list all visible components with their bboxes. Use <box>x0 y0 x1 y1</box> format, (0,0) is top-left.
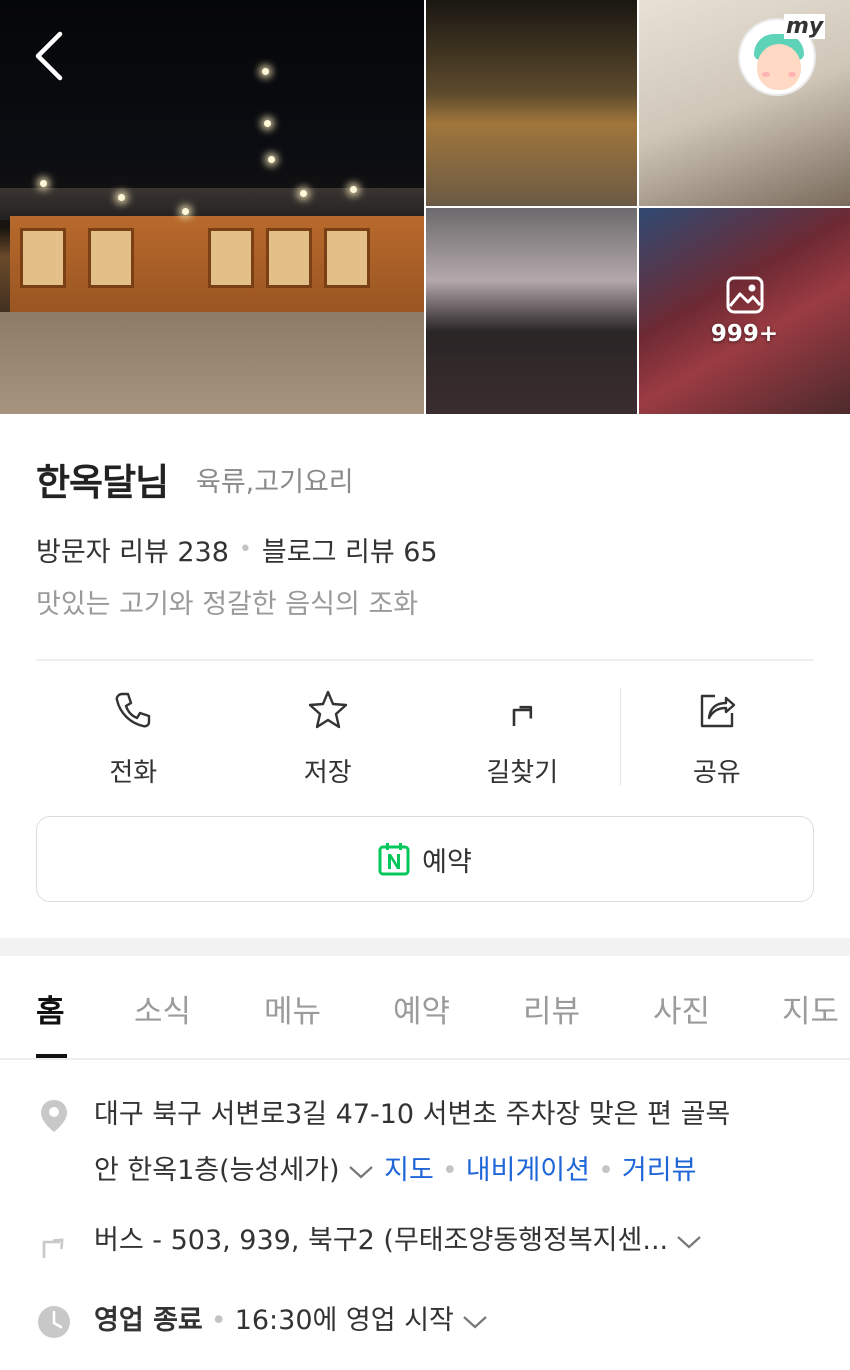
my-profile-button[interactable]: my <box>738 14 826 96</box>
photo-yard <box>0 312 424 414</box>
review-summary: 방문자 리뷰 238 • 블로그 리뷰 65 <box>36 530 438 569</box>
place-title: 한옥달님 <box>36 461 169 504</box>
call-label: 전화 <box>109 758 158 788</box>
divider <box>36 659 814 661</box>
section-gap <box>0 938 850 956</box>
tab-reservation[interactable]: 예약 <box>393 986 450 1031</box>
navigation-link[interactable]: 내비게이션 <box>466 1155 590 1186</box>
star-icon <box>308 690 347 729</box>
string-light <box>300 190 307 197</box>
call-button[interactable]: 전화 <box>36 680 231 790</box>
photo-count: 999+ <box>710 321 779 347</box>
transit-text-wrap: 버스 - 503, 939, 북구2 (무태조양동행정복지센... <box>94 1212 704 1270</box>
tab-photos[interactable]: 사진 <box>653 986 710 1031</box>
place-category: 육류,고기요리 <box>196 467 354 498</box>
tab-bar: 홈 소식 메뉴 예약 리뷰 사진 지도 <box>0 956 850 1060</box>
action-bar: 전화 저장 길찾기 공유 <box>36 680 814 790</box>
string-light <box>264 120 271 127</box>
string-light <box>262 68 269 75</box>
separator-dot: • <box>210 1305 227 1336</box>
tab-reviews[interactable]: 리뷰 <box>523 986 580 1031</box>
share-label: 공유 <box>692 758 741 788</box>
avatar-cheek <box>762 72 770 77</box>
photo-window <box>20 228 66 288</box>
chevron-down-icon[interactable] <box>674 1232 704 1252</box>
phone-icon <box>115 692 151 728</box>
back-arrow-icon[interactable] <box>30 30 70 82</box>
tab-news[interactable]: 소식 <box>134 986 191 1031</box>
address-line-1: 대구 북구 서변로3길 47-10 서변초 주차장 맞은 편 골목 <box>94 1099 731 1130</box>
tab-map[interactable]: 지도 <box>782 986 839 1031</box>
share-button[interactable]: 공유 <box>620 680 815 790</box>
share-icon <box>700 694 735 728</box>
reserve-button[interactable]: 예약 <box>36 816 814 902</box>
avatar-face <box>757 44 801 90</box>
photo-thumb-table[interactable] <box>426 208 637 414</box>
blog-review-link[interactable]: 블로그 리뷰 65 <box>262 530 438 569</box>
tab-bar-divider <box>0 1058 850 1060</box>
string-light <box>118 194 125 201</box>
photo-window <box>324 228 370 288</box>
tab-home[interactable]: 홈 <box>36 986 65 1031</box>
separator-dot: • <box>441 1155 458 1186</box>
address-line-2: 안 한옥1층(능성세가) <box>94 1155 340 1186</box>
gallery-icon <box>726 276 763 314</box>
reserve-label: 예약 <box>422 846 472 878</box>
hours-text-wrap: 영업 종료 • 16:30에 영업 시작 <box>94 1292 490 1350</box>
photo-window <box>266 228 312 288</box>
action-separator <box>620 688 621 786</box>
separator-dot: • <box>597 1155 614 1186</box>
directions-button[interactable]: 길찾기 <box>425 680 620 790</box>
string-light <box>182 208 189 215</box>
photo-gallery: my 999+ <box>0 0 850 414</box>
string-light <box>40 180 47 187</box>
photo-window <box>208 228 254 288</box>
directions-label: 길찾기 <box>486 758 559 788</box>
street-view-link[interactable]: 거리뷰 <box>622 1155 697 1186</box>
avatar-cheek <box>788 72 796 77</box>
more-photos-overlay[interactable]: 999+ <box>639 208 850 414</box>
visitor-review-link[interactable]: 방문자 리뷰 238 <box>36 530 229 569</box>
address-line-2-wrap: 안 한옥1층(능성세가) 지도 • 내비게이션 • 거리뷰 <box>94 1142 696 1200</box>
place-tagline: 맛있는 고기와 정갈한 음식의 조화 <box>36 589 419 620</box>
naver-booking-icon <box>378 843 410 876</box>
map-link[interactable]: 지도 <box>384 1155 434 1186</box>
directions-arrow-icon <box>512 705 533 726</box>
tab-menu[interactable]: 메뉴 <box>264 986 321 1031</box>
hours-status: 영업 종료 <box>94 1305 203 1336</box>
location-pin-icon <box>41 1100 67 1132</box>
save-button[interactable]: 저장 <box>231 680 426 790</box>
chevron-down-icon[interactable] <box>460 1312 490 1332</box>
clock-icon <box>38 1306 70 1338</box>
chevron-down-icon[interactable] <box>346 1162 376 1182</box>
my-label: my <box>784 14 826 39</box>
route-arrow-icon <box>42 1238 64 1258</box>
photo-thumb-courtyard[interactable] <box>426 0 637 206</box>
string-light <box>350 186 357 193</box>
string-light <box>268 156 275 163</box>
hours-detail: 16:30에 영업 시작 <box>234 1305 454 1336</box>
separator-dot: • <box>238 537 252 562</box>
transit-info: 버스 - 503, 939, 북구2 (무태조양동행정복지센... <box>94 1225 669 1256</box>
photo-window <box>88 228 134 288</box>
save-label: 저장 <box>303 758 352 788</box>
